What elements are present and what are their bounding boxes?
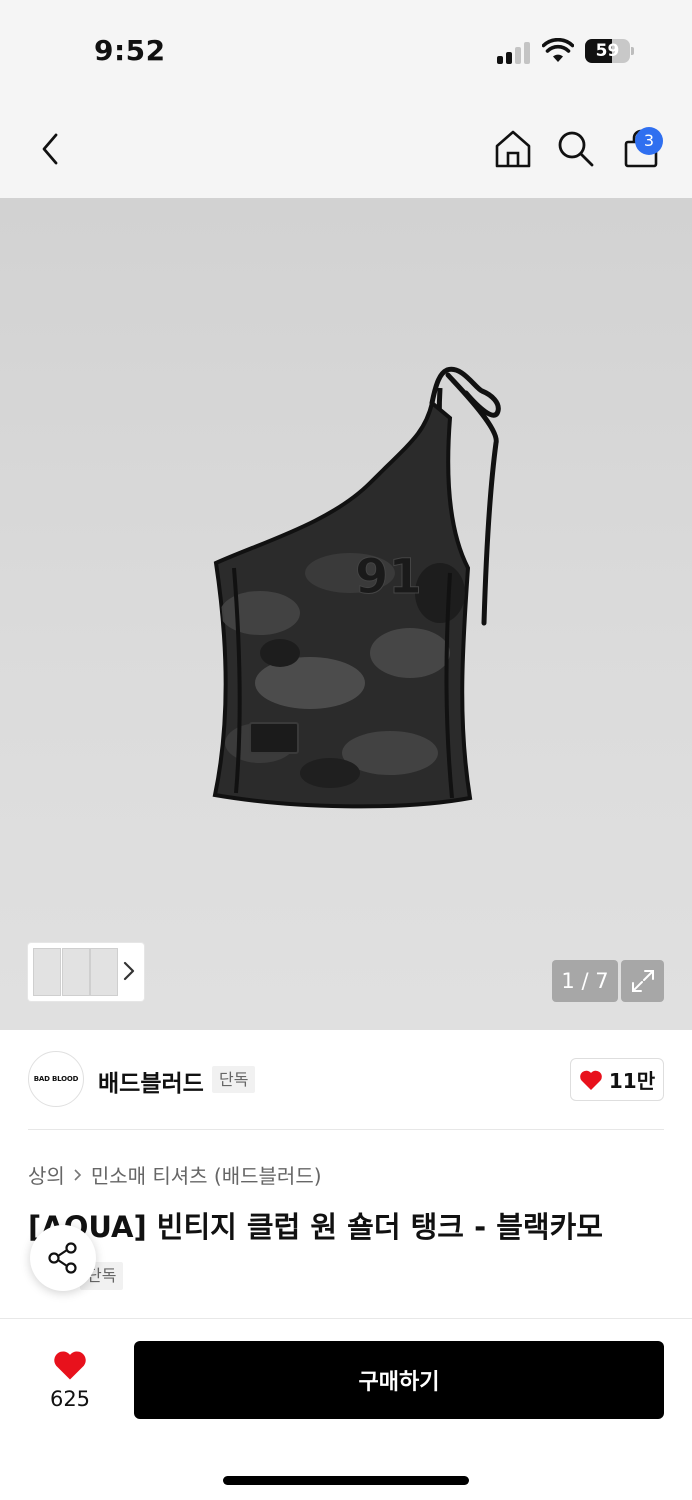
home-icon (495, 130, 531, 168)
wishlist-count: 625 (49, 1387, 91, 1411)
divider (28, 1129, 664, 1130)
breadcrumb-category[interactable]: 상의 (28, 1160, 65, 1189)
search-button[interactable] (553, 100, 599, 198)
status-bar: 9:52 59 (0, 0, 692, 100)
wishlist-button[interactable]: 625 (28, 1342, 112, 1418)
buy-button[interactable]: 구매하기 (134, 1341, 664, 1419)
cellular-signal-icon (497, 42, 531, 64)
wifi-icon (542, 38, 574, 62)
fullscreen-button[interactable] (621, 960, 664, 1002)
brand-exclusive-tag: 단독 (212, 1066, 256, 1093)
cart-count-badge: 3 (635, 127, 663, 155)
thumbnail-1[interactable] (33, 948, 61, 996)
svg-text:91: 91 (355, 549, 422, 605)
thumbnail-strip-button[interactable] (28, 943, 144, 1001)
search-icon (558, 131, 594, 167)
heart-icon (580, 1070, 602, 1090)
bottom-bar-divider (0, 1318, 692, 1319)
home-button[interactable] (490, 100, 536, 198)
brand-logo[interactable]: BAD BLOOD (28, 1051, 84, 1107)
product-image: 91 (212, 366, 501, 809)
chevron-left-icon (42, 133, 58, 165)
status-time: 9:52 (94, 34, 166, 67)
top-nav-bar (0, 100, 692, 198)
brand-name[interactable]: 배드블러드 (98, 1064, 204, 1098)
expand-icon (631, 970, 654, 992)
category-breadcrumb: 상의 민소매 티셔츠 (배드블러드) (28, 1160, 322, 1189)
brand-like-button[interactable]: 11만 (570, 1058, 664, 1101)
battery-percent: 59 (595, 41, 620, 61)
breadcrumb-subcategory[interactable]: 민소매 티셔츠 (배드블러드) (91, 1160, 322, 1189)
product-title: [AQUA] 빈티지 클럽 원 숄더 탱크 - 블랙카모 (28, 1210, 603, 1244)
chevron-right-icon (123, 961, 135, 981)
image-counter: 1 / 7 (552, 960, 618, 1002)
thumbnail-3[interactable] (90, 948, 118, 996)
battery-icon: 59 (585, 39, 635, 63)
home-indicator (223, 1476, 469, 1485)
heart-icon (54, 1351, 86, 1380)
product-image-gallery[interactable]: 91 1 / 7 (0, 198, 692, 1030)
thumbnail-2[interactable] (62, 948, 90, 996)
brand-like-count: 11만 (608, 1069, 656, 1093)
share-icon (48, 1242, 77, 1274)
share-button[interactable] (30, 1225, 96, 1291)
chevron-right-icon (74, 1168, 81, 1181)
back-button[interactable] (28, 100, 72, 198)
